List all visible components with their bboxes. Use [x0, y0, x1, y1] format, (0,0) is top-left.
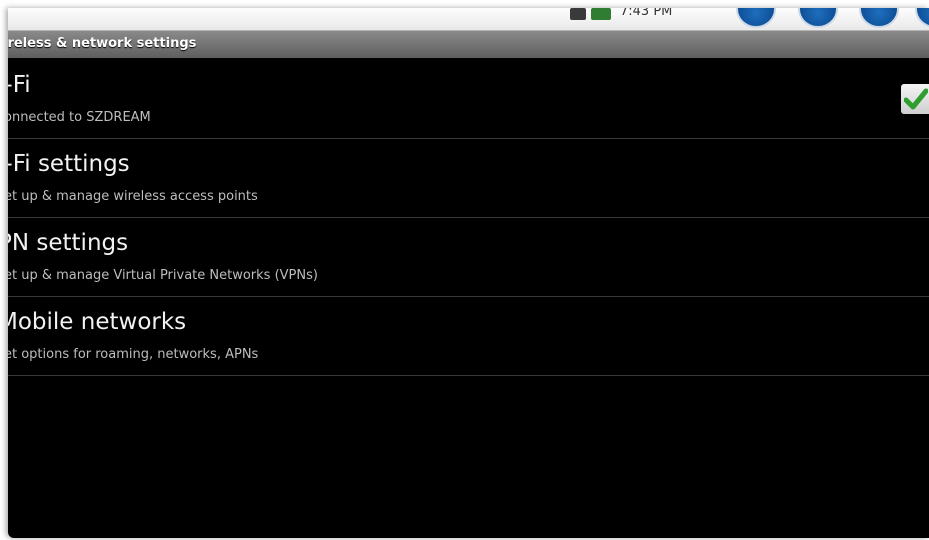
- wifi-toggle-item[interactable]: i-Fi onnected to SZDREAM: [8, 60, 929, 139]
- nav-circle-icon[interactable]: [915, 8, 929, 28]
- mobile-networks-item[interactable]: Mobile networks et options for roaming, …: [8, 297, 929, 376]
- vpn-settings-title: PN settings: [8, 230, 129, 256]
- status-bar: 7:43 PM: [8, 8, 929, 30]
- status-time: 7:43 PM: [620, 8, 673, 19]
- device-screen: 7:43 PM ireless & network settings i-Fi …: [8, 8, 929, 538]
- nav-circle-icon[interactable]: [859, 8, 899, 28]
- mobile-networks-title: Mobile networks: [8, 309, 187, 335]
- wifi-settings-title: i-Fi settings: [8, 151, 130, 177]
- wifi-summary: onnected to SZDREAM: [8, 110, 151, 125]
- wifi-settings-summary: et up & manage wireless access points: [8, 189, 258, 204]
- sd-card-icon: [570, 8, 586, 20]
- wifi-settings-item[interactable]: i-Fi settings et up & manage wireless ac…: [8, 139, 929, 218]
- settings-list: i-Fi onnected to SZDREAM i-Fi settings e…: [8, 60, 929, 376]
- vpn-settings-summary: et up & manage Virtual Private Networks …: [8, 268, 318, 283]
- mobile-networks-summary: et options for roaming, networks, APNs: [8, 347, 259, 362]
- nav-circle-icon[interactable]: [736, 8, 776, 28]
- screen-title-bar: ireless & network settings: [8, 30, 929, 58]
- screen-title: ireless & network settings: [8, 36, 197, 51]
- nav-circle-icon[interactable]: [798, 8, 838, 28]
- wifi-title: i-Fi: [8, 72, 31, 98]
- vpn-settings-item[interactable]: PN settings et up & manage Virtual Priva…: [8, 218, 929, 297]
- checkmark-icon: [904, 88, 928, 110]
- battery-icon: [591, 8, 611, 20]
- wifi-checkbox[interactable]: [901, 84, 929, 114]
